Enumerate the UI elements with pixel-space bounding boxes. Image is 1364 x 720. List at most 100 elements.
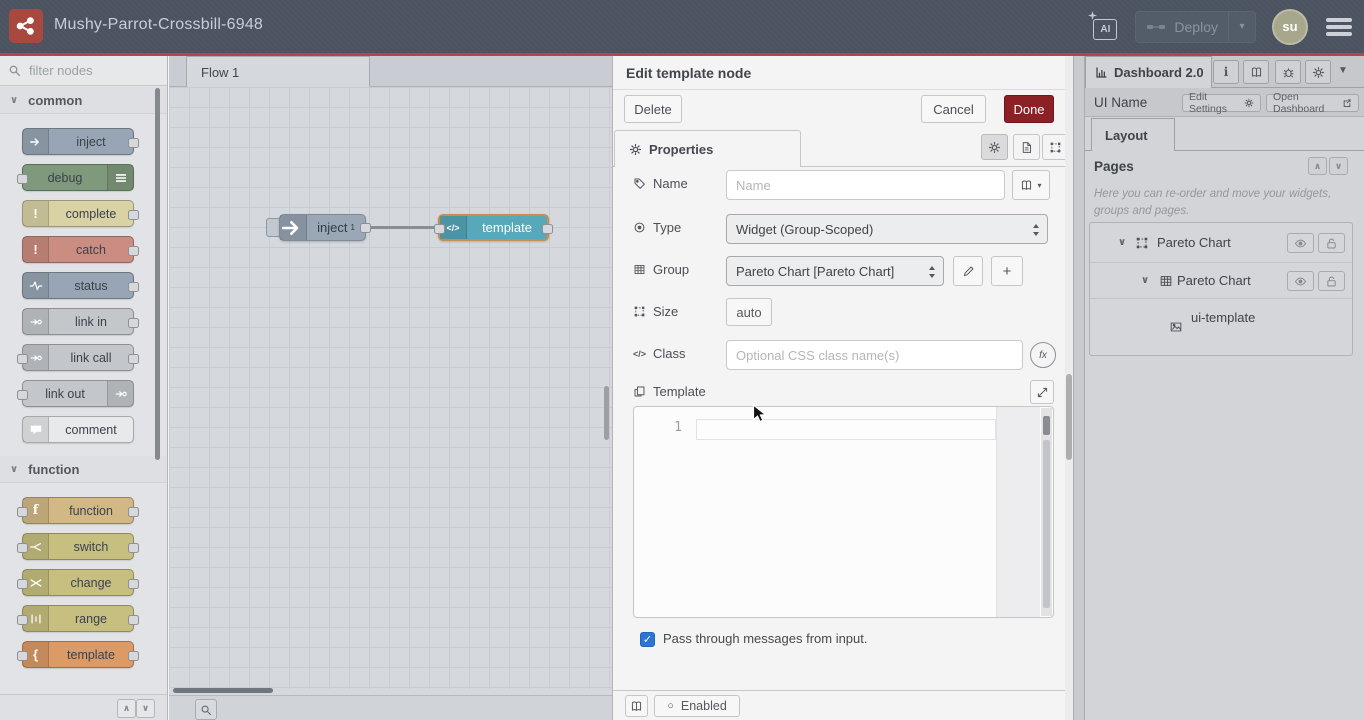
node-port[interactable] — [17, 174, 28, 184]
filter-nodes-input[interactable] — [27, 62, 146, 79]
canvas-node-template[interactable]: </> template — [438, 214, 549, 241]
help-tab-button[interactable] — [1243, 60, 1269, 84]
wire[interactable] — [364, 226, 440, 229]
size-button[interactable]: auto — [726, 298, 772, 326]
node-port[interactable] — [128, 507, 139, 517]
edit-settings-button[interactable]: Edit Settings — [1182, 94, 1261, 112]
node-port[interactable] — [128, 354, 139, 364]
class-input[interactable] — [726, 340, 1023, 370]
template-code-editor[interactable]: 1 — [633, 406, 1054, 618]
node-port[interactable] — [128, 543, 139, 553]
layout-tree-row[interactable]: ui-template — [1090, 299, 1352, 355]
palette-node-catch[interactable]: ! catch — [22, 236, 134, 263]
main-menu-button[interactable] — [1324, 14, 1354, 40]
palette-category-common[interactable]: ∨ common — [0, 87, 167, 114]
pages-expand-button[interactable]: ∨ — [1329, 157, 1348, 175]
delete-button[interactable]: Delete — [624, 95, 682, 123]
palette-category-function[interactable]: ∨ function — [0, 456, 167, 483]
done-button[interactable]: Done — [1004, 95, 1054, 123]
node-port[interactable] — [128, 138, 139, 148]
group-select[interactable]: Pareto Chart [Pareto Chart] — [726, 256, 944, 286]
palette-node-change[interactable]: change — [22, 569, 134, 596]
tab-flow-1[interactable]: Flow 1 — [186, 56, 370, 87]
fx-button[interactable]: fx — [1030, 342, 1056, 368]
palette-collapse-all-button[interactable]: ∧ — [117, 699, 136, 718]
node-port[interactable] — [128, 651, 139, 661]
toggle-lock-button[interactable] — [1318, 233, 1345, 253]
edit-group-button[interactable] — [953, 256, 983, 286]
node-port[interactable] — [128, 210, 139, 220]
node-port[interactable] — [128, 282, 139, 292]
sidebar-tabs-menu-caret[interactable]: ▼ — [1338, 65, 1348, 76]
tab-properties[interactable]: Properties — [614, 130, 801, 167]
layout-tree-row[interactable]: ∨ Pareto Chart — [1090, 263, 1352, 299]
palette-search[interactable] — [0, 56, 167, 86]
palette-node-comment[interactable]: comment — [22, 416, 134, 443]
library-button[interactable]: ▾ — [1012, 170, 1050, 200]
palette-node-switch[interactable]: switch — [22, 533, 134, 560]
sidebar-splitter[interactable] — [1073, 56, 1085, 720]
add-group-button[interactable]: + — [991, 256, 1023, 286]
edit-properties-button[interactable] — [981, 134, 1008, 160]
dialog-scrollbar[interactable] — [1065, 56, 1073, 720]
name-input[interactable] — [726, 170, 1005, 200]
toggle-lock-button[interactable] — [1318, 271, 1345, 291]
node-red-logo-icon[interactable] — [9, 9, 43, 43]
enabled-toggle-button[interactable]: ○ Enabled — [654, 695, 740, 717]
user-avatar[interactable]: su — [1272, 9, 1308, 45]
palette-scrollbar[interactable] — [155, 88, 160, 460]
canvas-search-button[interactable] — [195, 699, 217, 720]
node-output-port[interactable] — [542, 224, 553, 234]
node-port[interactable] — [17, 354, 28, 364]
cancel-button[interactable]: Cancel — [921, 95, 986, 123]
node-port[interactable] — [17, 651, 28, 661]
deploy-button[interactable]: Deploy ▾ — [1135, 11, 1256, 43]
edit-description-button[interactable] — [1013, 134, 1040, 160]
node-port[interactable] — [128, 615, 139, 625]
node-port[interactable] — [17, 579, 28, 589]
workspace-grid[interactable]: inject1 </> template — [169, 87, 612, 689]
pages-collapse-button[interactable]: ∧ — [1308, 157, 1327, 175]
open-dashboard-button[interactable]: Open Dashboard — [1266, 94, 1359, 112]
type-select[interactable]: Widget (Group-Scoped) — [726, 214, 1048, 244]
toggle-visibility-button[interactable] — [1287, 271, 1314, 291]
node-port[interactable] — [128, 318, 139, 328]
palette-expand-all-button[interactable]: ∨ — [136, 699, 155, 718]
node-input-port[interactable] — [434, 224, 445, 234]
palette-node-status[interactable]: status — [22, 272, 134, 299]
chevron-down-icon[interactable]: ∨ — [1118, 237, 1126, 248]
passthrough-checkbox[interactable]: ✓ — [640, 632, 655, 647]
node-port[interactable] — [17, 615, 28, 625]
toggle-visibility-button[interactable] — [1287, 233, 1314, 253]
debug-tab-button[interactable] — [1275, 60, 1301, 84]
palette-node-complete[interactable]: ! complete — [22, 200, 134, 227]
expand-editor-button[interactable] — [1030, 380, 1054, 404]
library-export-button[interactable] — [625, 695, 648, 717]
config-tab-button[interactable] — [1305, 60, 1331, 84]
node-port[interactable] — [17, 543, 28, 553]
node-port[interactable] — [17, 390, 28, 400]
palette-node-template[interactable]: { template — [22, 641, 134, 668]
canvas-vertical-scrollbar[interactable] — [604, 386, 609, 440]
canvas-node-inject[interactable]: inject1 — [279, 214, 366, 241]
tab-dashboard-2[interactable]: Dashboard 2.0 — [1085, 56, 1212, 88]
ai-assistant-button[interactable]: AI — [1089, 14, 1119, 40]
node-port[interactable] — [128, 579, 139, 589]
editor-scrollbar[interactable] — [1041, 408, 1052, 616]
palette-node-inject[interactable]: inject — [22, 128, 134, 155]
palette-node-function[interactable]: f function — [22, 497, 134, 524]
canvas-horizontal-scrollbar[interactable] — [173, 688, 273, 693]
palette-node-link-in[interactable]: link in — [22, 308, 134, 335]
info-tab-button[interactable]: i — [1213, 60, 1239, 84]
node-port[interactable] — [128, 246, 139, 256]
palette-node-link-call[interactable]: link call — [22, 344, 134, 371]
chevron-down-icon[interactable]: ∨ — [1141, 275, 1149, 286]
palette-node-debug[interactable]: debug — [22, 164, 134, 191]
palette-node-range[interactable]: range — [22, 605, 134, 632]
node-output-port[interactable] — [360, 223, 371, 233]
deploy-options-caret[interactable]: ▾ — [1229, 21, 1255, 32]
palette-node-link-out[interactable]: link out — [22, 380, 134, 407]
layout-tree-row[interactable]: ∨ Pareto Chart — [1090, 223, 1352, 263]
tab-layout[interactable]: Layout — [1091, 118, 1175, 151]
node-port[interactable] — [17, 507, 28, 517]
